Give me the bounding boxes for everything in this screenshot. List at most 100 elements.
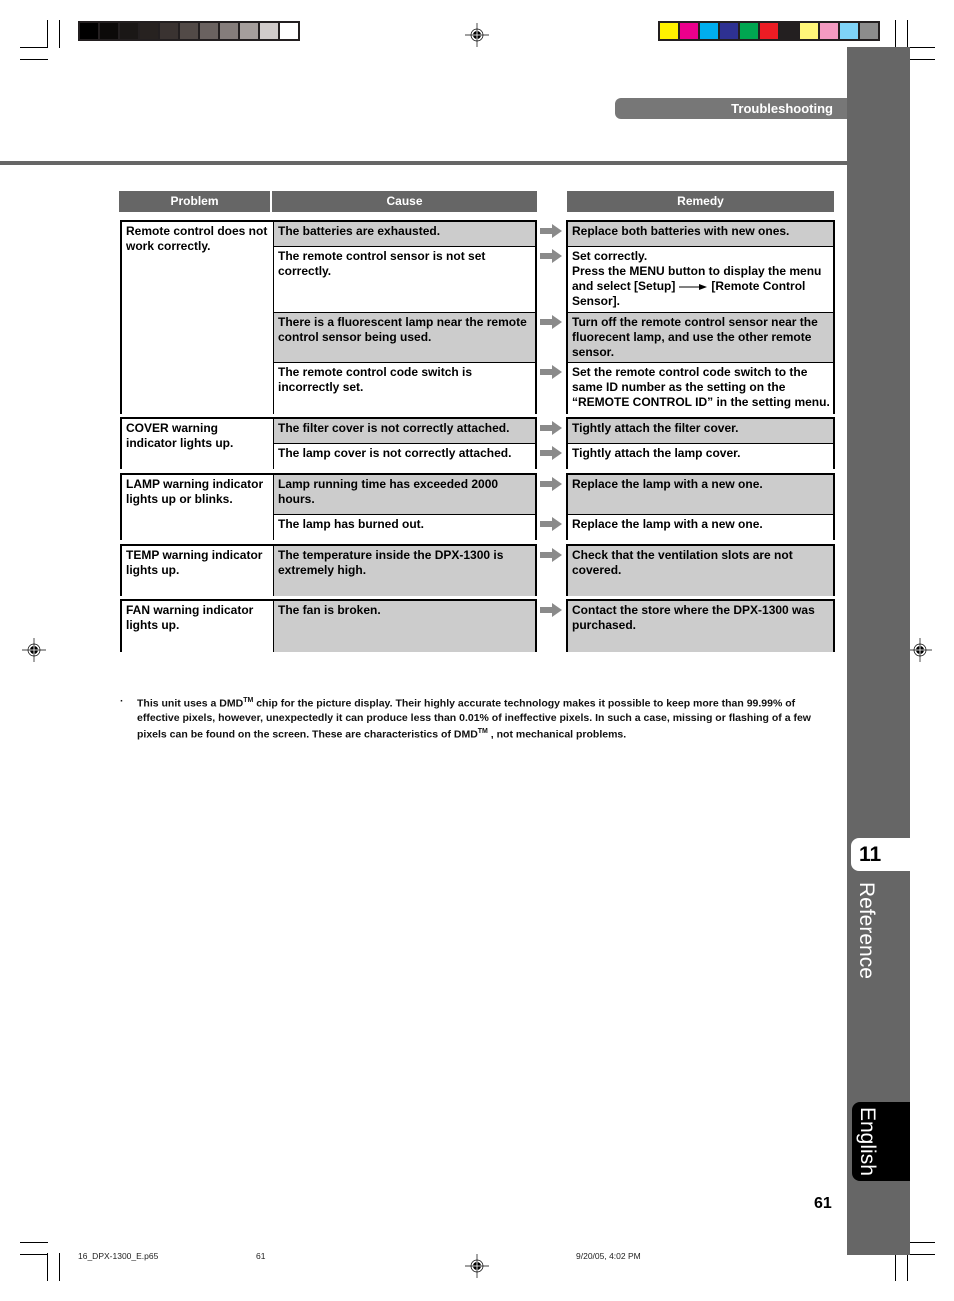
registration-mark-icon — [22, 638, 46, 662]
right-arrow-icon — [540, 517, 562, 531]
note-text-1: This unit uses a DMD — [137, 697, 244, 710]
remedy-cell: Tightly attach the lamp cover. — [568, 444, 833, 469]
crop-mark — [20, 1254, 48, 1255]
problem-cell: FAN warning indicator lights up. — [122, 601, 274, 652]
gray-swatch — [100, 23, 118, 39]
gray-swatch — [260, 23, 278, 39]
remedy-cell: Replace the lamp with a new one. — [568, 515, 833, 540]
remedy-group: Contact the store where the DPX-1300 was… — [566, 599, 835, 652]
footer-page: 61 — [256, 1251, 266, 1261]
problem-group: Remote control does not work correctly. T… — [120, 220, 537, 414]
trademark: TM — [243, 697, 254, 704]
crop-mark — [20, 59, 48, 60]
right-arrow-icon — [540, 224, 562, 238]
cause-cell: The filter cover is not correctly attach… — [274, 419, 535, 444]
crop-mark — [59, 1253, 60, 1281]
remedy-group: Tightly attach the filter cover. Tightly … — [566, 417, 835, 469]
color-swatch — [720, 23, 738, 39]
header-rule — [0, 161, 847, 165]
right-arrow-icon — [540, 421, 562, 435]
crop-mark — [907, 20, 908, 48]
crop-mark — [907, 1253, 908, 1281]
remedy-cell: Check that the ventilation slots are not… — [568, 546, 833, 596]
remedy-cell: Replace the lamp with a new one. — [568, 475, 833, 515]
footer-datetime: 9/20/05, 4:02 PM — [576, 1251, 641, 1261]
right-arrow-icon — [540, 477, 562, 491]
problem-cell: Remote control does not work correctly. — [122, 222, 274, 414]
gray-swatch — [80, 23, 98, 39]
color-swatch — [800, 23, 818, 39]
grayscale-calibration-bar — [78, 21, 300, 41]
registration-mark-icon — [465, 1254, 489, 1278]
crop-mark — [895, 1253, 896, 1281]
column-header-problem: Problem — [119, 191, 270, 212]
color-swatch — [760, 23, 778, 39]
gray-swatch — [160, 23, 178, 39]
language-label: English — [856, 1107, 879, 1176]
cause-cell: The remote control code switch is incorr… — [274, 363, 535, 414]
remedy-line: Set correctly. — [572, 249, 648, 263]
cause-cell: The remote control sensor is not set cor… — [274, 247, 535, 313]
remedy-cell: Replace both batteries with new ones. — [568, 222, 833, 247]
crop-mark — [907, 1242, 935, 1243]
right-arrow-icon — [540, 603, 562, 617]
problem-cell: TEMP warning indicator lights up. — [122, 546, 274, 596]
gray-swatch — [280, 23, 298, 39]
color-swatch — [820, 23, 838, 39]
right-arrow-icon — [540, 249, 562, 263]
section-title: Troubleshooting — [615, 98, 847, 119]
crop-mark — [907, 47, 935, 48]
remedy-group: Check that the ventilation slots are not… — [566, 544, 835, 596]
crop-mark — [907, 59, 935, 60]
crop-mark — [20, 1242, 48, 1243]
cause-cell: The lamp has burned out. — [274, 515, 535, 540]
gray-swatch — [200, 23, 218, 39]
color-swatch — [700, 23, 718, 39]
bullet: · — [120, 695, 124, 707]
side-tab — [847, 47, 910, 1255]
problem-cell: COVER warning indicator lights up. — [122, 419, 274, 469]
remedy-group: Replace the lamp with a new one. Replace … — [566, 473, 835, 540]
footer-file: 16_DPX-1300_E.p65 — [78, 1251, 159, 1261]
trademark: TM — [477, 727, 488, 735]
color-swatch — [740, 23, 758, 39]
problem-cell: LAMP warning indicator lights up or blin… — [122, 475, 274, 540]
cause-cell: There is a fluorescent lamp near the rem… — [274, 313, 535, 363]
problem-group: LAMP warning indicator lights up or blin… — [120, 473, 537, 540]
chapter-number: 11 — [851, 838, 910, 871]
remedy-cell: Turn off the remote control sensor near … — [568, 313, 833, 363]
problem-group: FAN warning indicator lights up. The fan … — [120, 599, 537, 652]
remedy-cell: Set correctly. Press the MENU button to d… — [568, 247, 833, 313]
cause-cell: The batteries are exhausted. — [274, 222, 535, 247]
color-swatch — [680, 23, 698, 39]
gray-swatch — [220, 23, 238, 39]
crop-mark — [59, 20, 60, 48]
cause-cell: The fan is broken. — [274, 601, 535, 652]
arrow-right-icon — [679, 284, 708, 290]
crop-mark — [907, 1254, 935, 1255]
color-calibration-bar — [658, 21, 880, 41]
gray-swatch — [240, 23, 258, 39]
page-number: 61 — [814, 1195, 832, 1212]
crop-mark — [47, 20, 48, 48]
remedy-group: Replace both batteries with new ones. Set… — [566, 220, 835, 414]
registration-mark-icon — [465, 23, 489, 47]
cause-cell: Lamp running time has exceeded 2000 hour… — [274, 475, 535, 515]
gray-swatch — [180, 23, 198, 39]
remedy-cell: Contact the store where the DPX-1300 was… — [568, 601, 833, 652]
dmd-footnote: · This unit uses a DMDTM chip for the pi… — [120, 694, 836, 741]
color-swatch — [840, 23, 858, 39]
registration-mark-icon — [908, 638, 932, 662]
right-arrow-icon — [540, 548, 562, 562]
problem-group: COVER warning indicator lights up. The fi… — [120, 417, 537, 469]
crop-mark — [20, 47, 48, 48]
problem-group: TEMP warning indicator lights up. The tem… — [120, 544, 537, 596]
right-arrow-icon — [540, 365, 562, 379]
cause-cell: The lamp cover is not correctly attached… — [274, 444, 535, 469]
column-header-remedy: Remedy — [567, 191, 834, 212]
column-header-cause: Cause — [272, 191, 537, 212]
right-arrow-icon — [540, 315, 562, 329]
cause-cell: The temperature inside the DPX-1300 is e… — [274, 546, 535, 596]
color-swatch — [660, 23, 678, 39]
color-swatch — [860, 23, 878, 39]
